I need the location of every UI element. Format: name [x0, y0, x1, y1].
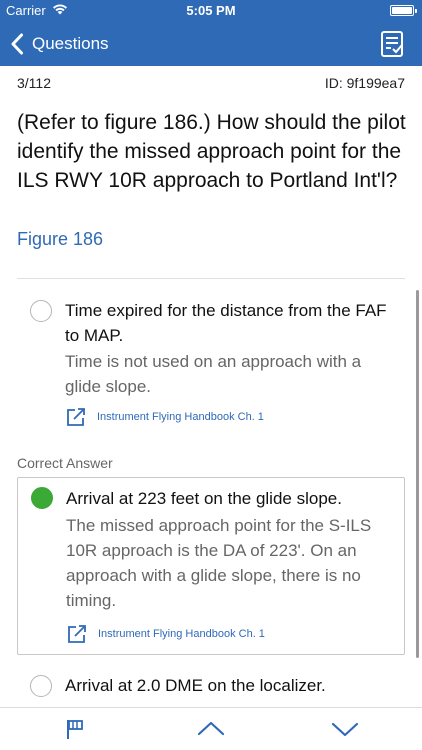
- reference-label: Instrument Flying Handbook Ch. 1: [98, 628, 265, 640]
- answer-text: Arrival at 223 feet on the glide slope.: [66, 489, 342, 508]
- radio-button[interactable]: [30, 675, 52, 697]
- answer-option-3[interactable]: Arrival at 2.0 DME on the localizer.: [17, 671, 405, 701]
- external-link-icon: [68, 625, 86, 643]
- reference-link[interactable]: Instrument Flying Handbook Ch. 1: [65, 406, 264, 428]
- bottom-toolbar: [0, 707, 422, 750]
- scroll-indicator[interactable]: [416, 290, 419, 658]
- question-text: (Refer to figure 186.) How should the pi…: [17, 111, 406, 192]
- answer-explanation: Time is not used on an approach with a g…: [65, 352, 362, 396]
- chevron-left-icon: [11, 33, 23, 55]
- answer-text: Arrival at 2.0 DME on the localizer.: [65, 676, 326, 695]
- checklist-icon[interactable]: [380, 30, 406, 58]
- radio-button[interactable]: [30, 300, 52, 322]
- battery-icon: [390, 5, 417, 16]
- divider: [17, 278, 405, 279]
- flag-icon[interactable]: [60, 716, 90, 742]
- status-time: 5:05 PM: [186, 3, 236, 18]
- reference-label: Instrument Flying Handbook Ch. 1: [97, 411, 264, 423]
- radio-button-selected[interactable]: [31, 487, 53, 509]
- navigation-bar: Questions: [0, 22, 422, 66]
- answer-option-2[interactable]: Arrival at 223 feet on the glide slope. …: [17, 477, 405, 655]
- correct-answer-label: Correct Answer: [17, 455, 113, 471]
- reference-link[interactable]: Instrument Flying Handbook Ch. 1: [66, 623, 265, 645]
- answer-text: Time expired for the distance from the F…: [65, 301, 387, 345]
- chevron-down-icon[interactable]: [330, 716, 360, 742]
- question-meta: 3/112 ID: 9f199ea7: [17, 75, 405, 93]
- chevron-up-icon[interactable]: [196, 716, 226, 742]
- answer-option-1[interactable]: Time expired for the distance from the F…: [17, 296, 405, 436]
- answer-explanation: The missed approach point for the S-ILS …: [66, 516, 372, 610]
- question-counter: 3/112: [17, 75, 51, 91]
- back-button[interactable]: Questions: [10, 30, 109, 58]
- external-link-icon: [67, 408, 85, 426]
- status-bar: Carrier 5:05 PM: [0, 0, 422, 22]
- figure-link[interactable]: Figure 186: [17, 229, 103, 250]
- question-id: ID: 9f199ea7: [324, 75, 405, 91]
- back-label: Questions: [32, 34, 109, 53]
